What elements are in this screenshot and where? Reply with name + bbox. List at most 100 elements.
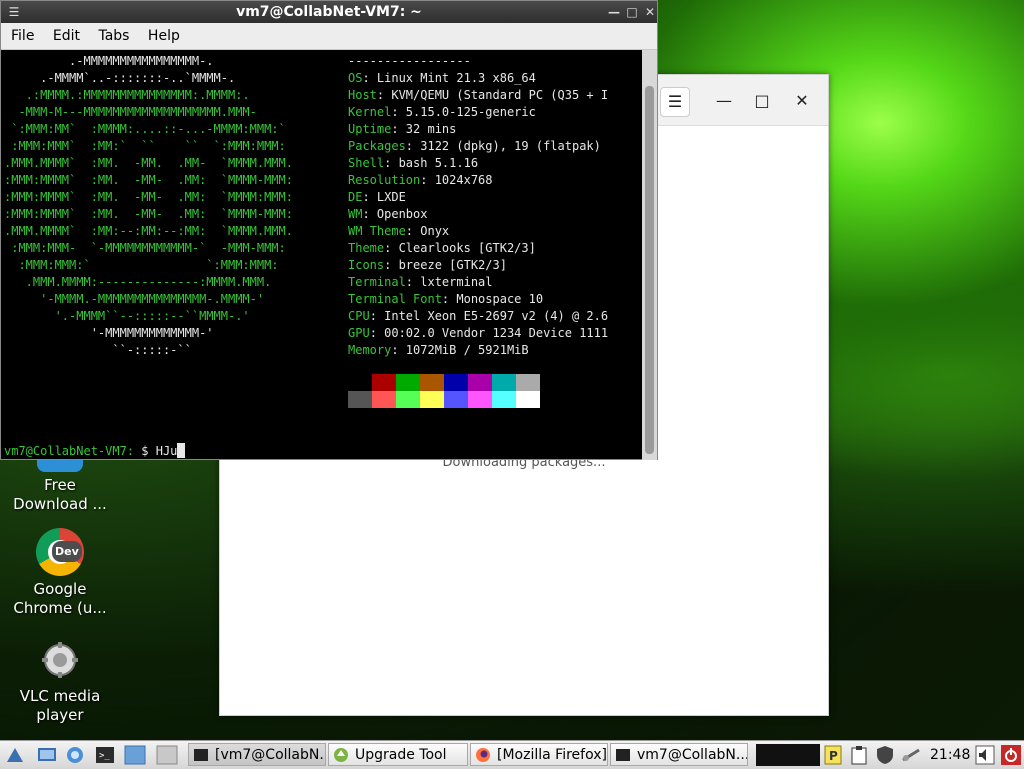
info-key: OS [348,71,363,85]
info-key: DE [348,190,363,204]
minimize-icon[interactable]: — [605,1,623,23]
task-terminal-2[interactable]: vm7@CollabN... [610,743,748,766]
info-line: DE: LXDE [348,189,608,206]
info-line: WM: Openbox [348,206,608,223]
logo-line: .MMM.MMMM` :MM. -MM. .MM- `MMMM.MMM. [4,156,293,170]
desktop-icon-chrome[interactable]: Dev Google Chrome (u... [6,528,114,618]
task-label: [Mozilla Firefox] [497,747,607,763]
network-icon[interactable] [900,744,922,766]
info-key: Packages [348,139,406,153]
terminal-scrollbar[interactable] [642,50,657,460]
task-firefox[interactable]: [Mozilla Firefox] [470,743,608,766]
info-line: Icons: breeze [GTK2/3] [348,257,608,274]
shield-icon[interactable] [874,744,896,766]
task-upgrade-tool[interactable]: Upgrade Tool [328,743,468,766]
desktop-icon-label: Free Download ... [13,476,107,513]
info-key: Host [348,88,377,102]
window-menu-icon[interactable]: ☰ [5,1,23,23]
task-terminal-1[interactable]: [vm7@CollabN... [188,743,326,766]
info-value: : bash 5.1.16 [384,156,479,170]
show-desktop-icon[interactable] [36,744,58,766]
color-swatch [444,391,468,408]
mint-ascii-logo: .-MMMMMMMMMMMMMMMM-. .-MMMM`..-:::::::-.… [4,53,293,359]
volume-icon[interactable] [974,744,996,766]
clock[interactable]: 21:48 [930,741,970,769]
minimize-icon[interactable]: — [710,87,738,115]
info-line: WM Theme: Onyx [348,223,608,240]
terminal-window[interactable]: ☰ vm7@CollabNet-VM7: ~ — □ ✕ File Edit T… [0,0,658,460]
info-key: WM Theme [348,224,406,238]
color-swatch [420,374,444,391]
logo-line: :MMM:MMMM` :MM. -MM- .MM: `MMMM-MMM: [4,173,293,187]
info-value: : 3122 (dpkg), 19 (flatpak) [405,139,601,153]
terminal-prompt-line[interactable]: vm7@CollabNet-VM7: $ HJu [4,443,186,460]
color-swatch [516,374,540,391]
info-value: : Clearlooks [GTK2/3] [384,241,536,255]
close-icon[interactable]: ✕ [788,87,816,115]
scrollbar-thumb[interactable] [645,86,654,454]
terminal-icon [616,749,630,761]
close-icon[interactable]: ✕ [641,1,659,23]
workspace-2-icon[interactable] [156,744,178,766]
color-swatch [348,391,372,408]
vlc-icon [42,642,78,678]
logo-line: :MMM:MMMM` :MM. -MM- .MM: `MMMM-MMM: [4,207,293,221]
browser-launcher-icon[interactable] [64,744,86,766]
info-value: : 1024x768 [420,173,493,187]
logo-line: -MMM-M---MMMMMMMMMMMMMMMMMMM.MMM- [4,105,257,119]
info-line: CPU: Intel Xeon E5-2697 v2 (4) @ 2.6 [348,308,608,325]
color-swatch [372,374,396,391]
color-swatch [468,374,492,391]
info-key: WM [348,207,363,221]
color-swatch [396,391,420,408]
info-value: : KVM/QEMU (Standard PC (Q35 + I [376,88,609,102]
menu-file[interactable]: File [11,28,34,44]
document-p-icon[interactable]: P [822,744,844,766]
workspace-1-icon[interactable] [124,744,146,766]
menu-edit[interactable]: Edit [53,28,80,44]
hamburger-menu-icon[interactable]: ☰ [660,87,690,117]
logo-line: :MMM:MMM- `-MMMMMMMMMMMM-` -MMM-MMM: [4,241,286,255]
cpu-monitor-graph[interactable] [756,744,820,766]
info-value: : breeze [GTK2/3] [384,258,507,272]
maximize-icon[interactable]: □ [623,1,641,23]
maximize-icon[interactable]: □ [748,87,776,115]
info-line: Memory: 1072MiB / 5921MiB [348,342,608,359]
logo-line: .MMM.MMMM` :MM:--:MM:--:MM: `MMMM.MMM. [4,224,293,238]
info-key: Theme [348,241,385,255]
menu-launcher-icon[interactable] [4,744,26,766]
logo-line: .-MMMMMMMMMMMMMMMM-. [4,54,214,68]
desktop-icon-vlc[interactable]: VLC media player [6,642,114,725]
info-value: : Onyx [405,224,450,238]
terminal-menubar: File Edit Tabs Help [1,23,657,50]
info-key: Resolution [348,173,421,187]
info-separator: ----------------- [348,54,471,68]
color-swatch [444,374,468,391]
prompt-text: vm7@CollabNet-VM7: [4,444,135,458]
terminal-output[interactable]: .-MMMMMMMMMMMMMMMM-. .-MMMM`..-:::::::-.… [1,50,643,460]
info-line: Terminal: lxterminal [348,274,608,291]
logo-line: '-MMMM.-MMMMMMMMMMMMMMM-.MMMM-' [4,292,265,306]
neofetch-info: ----------------- OS: Linux Mint 21.3 x86… [348,53,608,359]
taskbar: >_ [vm7@CollabN... Upgrade Tool [Mozilla… [0,740,1024,769]
info-value: : 00:02.0 Vendor 1234 Device 1111 [369,326,609,340]
prompt-suffix: $ [134,444,156,458]
desktop-icon-label: Google Chrome (u... [13,580,107,617]
command-input[interactable]: HJu [156,444,178,458]
power-icon[interactable] [1000,744,1022,766]
info-key: Uptime [348,122,392,136]
text-cursor [177,443,186,458]
menu-tabs[interactable]: Tabs [98,28,129,44]
logo-line: .MMM.MMMM:--------------:MMMM.MMM. [4,275,272,289]
info-key: Shell [348,156,385,170]
logo-line: :MMM:MMM` :MM:` `` `` `:MMM:MMM: [4,139,286,153]
menu-help[interactable]: Help [148,28,180,44]
info-value: : Intel Xeon E5-2697 v2 (4) @ 2.6 [369,309,609,323]
info-line: Theme: Clearlooks [GTK2/3] [348,240,608,257]
terminal-titlebar[interactable]: ☰ vm7@CollabNet-VM7: ~ — □ ✕ [1,1,657,23]
clipboard-icon[interactable] [848,744,870,766]
terminal-launcher-icon[interactable]: >_ [94,744,116,766]
info-line: Packages: 3122 (dpkg), 19 (flatpak) [348,138,608,155]
logo-line: .:MMMM.:MMMMMMMMMMMMMMM:.MMMM:. [4,88,250,102]
svg-text:P: P [829,749,838,763]
